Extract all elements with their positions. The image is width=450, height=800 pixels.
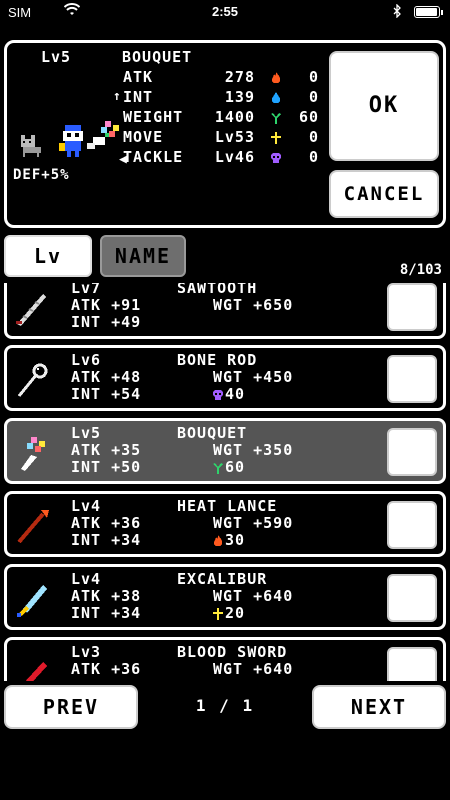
stat-value: Lv46: [214, 148, 255, 166]
status-bar: SIM 2:55: [0, 0, 450, 24]
stat-label: INT: [123, 88, 154, 106]
weapon-list-item[interactable]: Lv3 BLOOD SWORD ATK +36 WGT +640: [4, 637, 446, 681]
item-wgt: WGT +350: [213, 441, 294, 459]
item-atk: ATK +35: [71, 441, 142, 459]
item-wgt: WGT +640: [213, 660, 294, 678]
plant-icon: [269, 110, 283, 130]
element-value: 60: [298, 108, 319, 126]
skull-icon: [269, 150, 283, 170]
bone-rod-icon: [13, 360, 53, 400]
page-indicator: 1 / 1: [195, 696, 255, 715]
clock: 2:55: [211, 4, 239, 19]
weapon-list-item[interactable]: Lv7 SAWTOOTH ATK +91 WGT +650 INT +49: [4, 283, 446, 339]
item-bonus-value: 30: [225, 531, 246, 549]
stat-value: 139: [224, 88, 255, 106]
item-select-checkbox[interactable]: [387, 355, 437, 403]
item-int: INT +54: [71, 385, 142, 403]
excalibur-icon: [13, 579, 53, 619]
blood-sword-icon: [13, 652, 53, 681]
item-select-checkbox[interactable]: [387, 428, 437, 476]
item-level: Lv4: [71, 570, 102, 588]
cat-companion-sprite: [19, 135, 45, 161]
weapon-list[interactable]: Lv7 SAWTOOTH ATK +91 WGT +650 INT +49 Lv…: [4, 283, 446, 681]
item-name: BLOOD SWORD: [177, 643, 288, 661]
sort-by-level-button[interactable]: Lv: [4, 235, 92, 277]
stat-value: Lv53: [214, 128, 255, 146]
fire-icon: [211, 534, 225, 552]
item-bonus-value: 40: [225, 385, 246, 403]
item-bonus-value: 20: [225, 604, 246, 622]
stat-label: MOVE: [123, 128, 164, 146]
prev-page-button[interactable]: PREV: [4, 685, 138, 729]
item-atk: ATK +36: [71, 514, 142, 532]
plant-icon: [211, 461, 225, 479]
ok-button[interactable]: OK: [329, 51, 439, 161]
weapon-list-item[interactable]: Lv5 BOUQUET ATK +35 WGT +350 INT +50 60: [4, 418, 446, 484]
selected-name: BOUQUET: [122, 48, 193, 66]
element-value: 0: [308, 88, 319, 106]
skull-icon: [211, 388, 225, 406]
light-cross-icon: [211, 607, 225, 625]
item-atk: ATK +48: [71, 368, 142, 386]
stat-label: WEIGHT: [123, 108, 184, 126]
heat-lance-icon: [13, 506, 53, 546]
item-name: HEAT LANCE: [177, 497, 278, 515]
light-cross-icon: [269, 130, 283, 150]
battery-icon: [414, 6, 443, 18]
item-atk: ATK +91: [71, 296, 142, 314]
item-int: INT +34: [71, 604, 142, 622]
item-count: 8/103: [399, 262, 442, 278]
stat-label: TACKLE: [123, 148, 184, 166]
item-level: Lv5: [71, 424, 102, 442]
item-wgt: WGT +450: [213, 368, 294, 386]
selected-level: Lv5: [41, 48, 72, 66]
selected-item-panel: Lv5 BOUQUET ATK 278 0 ↑ INT 139 0 WEIGHT…: [4, 40, 446, 228]
item-int: INT +34: [71, 531, 142, 549]
stat-value: 1400: [214, 108, 255, 126]
hero-sprite: [59, 125, 89, 161]
fire-icon: [269, 70, 283, 90]
weapon-list-item[interactable]: Lv4 HEAT LANCE ATK +36 WGT +590 INT +34 …: [4, 491, 446, 557]
item-select-checkbox[interactable]: [387, 574, 437, 622]
element-value: 0: [308, 148, 319, 166]
bouquet-weapon-sprite: [87, 121, 121, 155]
next-page-button[interactable]: NEXT: [312, 685, 446, 729]
sawtooth-sword-icon: [13, 288, 53, 328]
item-int: INT +50: [71, 458, 142, 476]
item-wgt: WGT +640: [213, 587, 294, 605]
item-level: Lv3: [71, 643, 102, 661]
element-value: 0: [308, 128, 319, 146]
item-atk: ATK +36: [71, 660, 142, 678]
bluetooth-icon: [392, 3, 402, 21]
stat-change-indicator: ↑: [113, 89, 122, 104]
item-name: SAWTOOTH: [177, 283, 258, 297]
stat-label: ATK: [123, 68, 154, 86]
item-name: BOUQUET: [177, 424, 248, 442]
bouquet-icon: [13, 433, 53, 473]
item-name: BONE ROD: [177, 351, 258, 369]
water-drop-icon: [269, 90, 283, 110]
element-value: 0: [308, 68, 319, 86]
def-bonus: DEF+5%: [13, 167, 70, 183]
item-select-checkbox[interactable]: [387, 501, 437, 549]
item-wgt: WGT +650: [213, 296, 294, 314]
item-select-checkbox[interactable]: [387, 283, 437, 331]
weapon-list-item[interactable]: Lv6 BONE ROD ATK +48 WGT +450 INT +54 40: [4, 345, 446, 411]
item-atk: ATK +38: [71, 587, 142, 605]
item-level: Lv6: [71, 351, 102, 369]
item-select-checkbox[interactable]: [387, 647, 437, 681]
item-level: Lv4: [71, 497, 102, 515]
item-level: Lv7: [71, 283, 102, 297]
item-bonus-value: 60: [225, 458, 246, 476]
battery-fill: [416, 8, 437, 16]
item-name: EXCALIBUR: [177, 570, 268, 588]
weapon-list-item[interactable]: Lv4 EXCALIBUR ATK +38 WGT +640 INT +34 2…: [4, 564, 446, 630]
cancel-button[interactable]: CANCEL: [329, 170, 439, 218]
item-wgt: WGT +590: [213, 514, 294, 532]
sort-by-name-button[interactable]: NAME: [100, 235, 186, 277]
stat-pointer-icon: ◀: [119, 152, 128, 167]
item-int: INT +49: [71, 313, 142, 331]
stat-value: 278: [224, 68, 255, 86]
